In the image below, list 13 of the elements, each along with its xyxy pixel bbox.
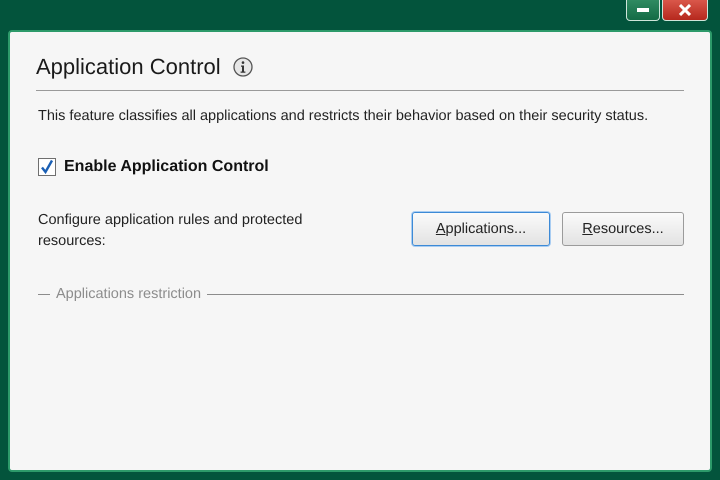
minimize-button[interactable] — [626, 0, 660, 21]
close-icon — [679, 4, 691, 16]
description-text: This feature classifies all applications and restricts their behavior based on their security status. — [38, 108, 650, 124]
enable-checkbox[interactable] — [38, 158, 56, 176]
resources-button[interactable]: Resources... — [562, 212, 684, 246]
close-button[interactable] — [662, 0, 708, 21]
section-title: Application Control — [36, 54, 221, 80]
group-title: Applications restriction — [56, 286, 202, 302]
minimize-icon — [637, 8, 649, 12]
checkbox-label: Enable Application Control — [64, 158, 269, 176]
info-icon[interactable] — [232, 57, 253, 77]
applications-button[interactable]: Applications... — [412, 212, 550, 246]
configure-text: Configure application rules and protected resources: — [38, 211, 304, 251]
